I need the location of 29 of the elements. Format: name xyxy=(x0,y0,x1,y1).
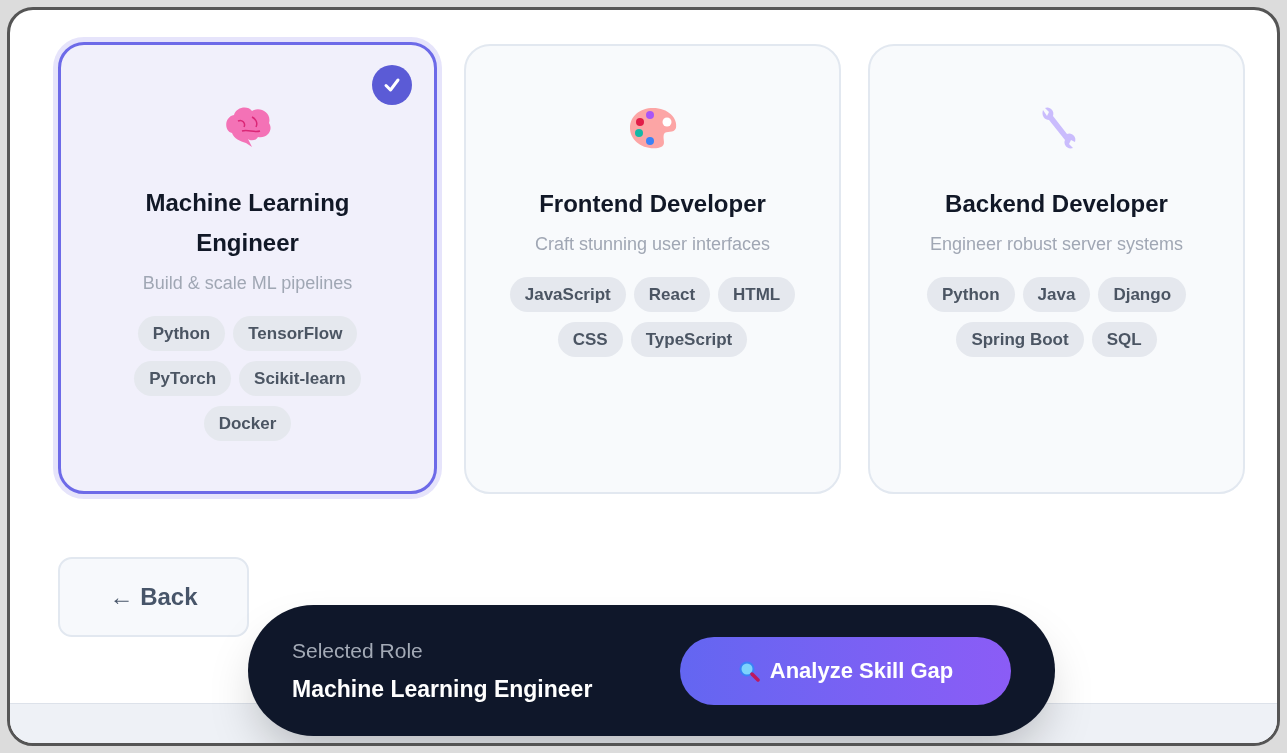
skill-tag: Java xyxy=(1022,277,1091,312)
role-card[interactable]: Frontend Developer Craft stunning user interfaces JavaScript React HTML CSS TypeScript xyxy=(464,44,841,494)
skill-tag: TypeScript xyxy=(630,322,748,357)
skill-tag: Spring Boot xyxy=(956,322,1084,357)
role-description: Engineer robust server systems xyxy=(929,233,1184,256)
role-title: Machine Learning Engineer xyxy=(144,188,351,258)
skill-tag: SQL xyxy=(1091,322,1157,357)
skill-tag: HTML xyxy=(718,277,796,312)
skill-tag: PyTorch xyxy=(134,361,232,396)
back-button[interactable]: ← Back xyxy=(58,557,249,637)
role-description: Build & scale ML pipelines xyxy=(142,272,353,295)
role-title: Frontend Developer xyxy=(539,189,766,219)
role-card[interactable]: Backend Developer Engineer robust server systems Python Java Django Spring Boot SQL xyxy=(868,44,1245,494)
skill-tag: Python xyxy=(926,277,1015,312)
skill-tag: TensorFlow xyxy=(233,316,358,351)
selected-role-name: Machine Learning Engineer xyxy=(292,675,593,704)
skill-tag: Django xyxy=(1098,277,1186,312)
check-icon xyxy=(383,76,401,94)
selected-role-label: Selected Role xyxy=(292,637,424,664)
search-icon xyxy=(737,659,760,682)
skill-tag: Python xyxy=(137,316,226,351)
analyze-button[interactable]: Analyze Skill Gap xyxy=(680,636,1011,705)
role-description: Craft stunning user interfaces xyxy=(534,233,771,256)
role-title: Backend Developer xyxy=(945,189,1168,219)
skill-tag: React xyxy=(633,277,711,312)
skill-tag: JavaScript xyxy=(509,277,626,312)
skill-tag: Docker xyxy=(203,406,292,441)
skill-tag: CSS xyxy=(557,322,623,357)
skill-tag: Scikit-learn xyxy=(239,361,361,396)
